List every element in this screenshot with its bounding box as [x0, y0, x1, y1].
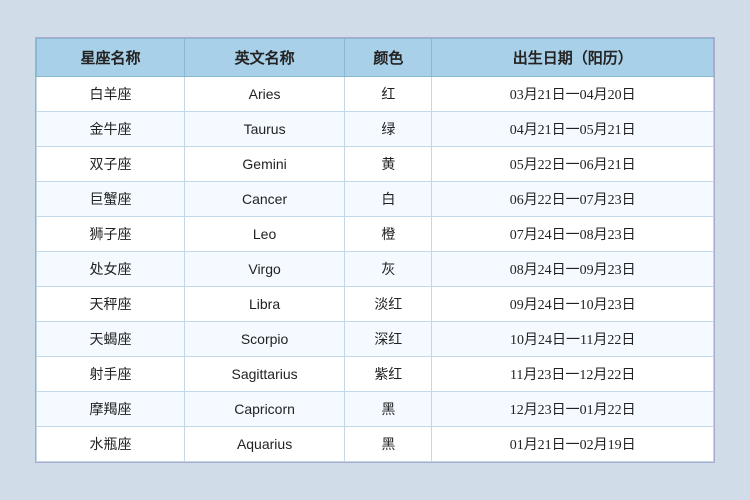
color: 红 [345, 77, 432, 112]
dates: 06月22日一07月23日 [432, 182, 714, 217]
header-english-name: 英文名称 [184, 39, 344, 77]
table-row: 金牛座Taurus绿04月21日一05月21日 [37, 112, 714, 147]
chinese-name: 天蝎座 [37, 322, 185, 357]
dates: 07月24日一08月23日 [432, 217, 714, 252]
color: 深红 [345, 322, 432, 357]
dates: 11月23日一12月22日 [432, 357, 714, 392]
dates: 08月24日一09月23日 [432, 252, 714, 287]
english-name: Aquarius [184, 427, 344, 462]
table-row: 处女座Virgo灰08月24日一09月23日 [37, 252, 714, 287]
table-body: 白羊座Aries红03月21日一04月20日金牛座Taurus绿04月21日一0… [37, 77, 714, 462]
dates: 09月24日一10月23日 [432, 287, 714, 322]
table-row: 天蝎座Scorpio深红10月24日一11月22日 [37, 322, 714, 357]
english-name: Libra [184, 287, 344, 322]
table-row: 白羊座Aries红03月21日一04月20日 [37, 77, 714, 112]
english-name: Leo [184, 217, 344, 252]
color: 黄 [345, 147, 432, 182]
zodiac-table: 星座名称 英文名称 颜色 出生日期（阳历） 白羊座Aries红03月21日一04… [36, 38, 714, 462]
color: 紫红 [345, 357, 432, 392]
color: 橙 [345, 217, 432, 252]
chinese-name: 白羊座 [37, 77, 185, 112]
chinese-name: 射手座 [37, 357, 185, 392]
table-row: 巨蟹座Cancer白06月22日一07月23日 [37, 182, 714, 217]
table-row: 双子座Gemini黄05月22日一06月21日 [37, 147, 714, 182]
color: 淡红 [345, 287, 432, 322]
color: 白 [345, 182, 432, 217]
english-name: Taurus [184, 112, 344, 147]
table-row: 天秤座Libra淡红09月24日一10月23日 [37, 287, 714, 322]
table-header-row: 星座名称 英文名称 颜色 出生日期（阳历） [37, 39, 714, 77]
chinese-name: 双子座 [37, 147, 185, 182]
color: 黑 [345, 392, 432, 427]
dates: 05月22日一06月21日 [432, 147, 714, 182]
dates: 04月21日一05月21日 [432, 112, 714, 147]
chinese-name: 水瓶座 [37, 427, 185, 462]
table-row: 狮子座Leo橙07月24日一08月23日 [37, 217, 714, 252]
english-name: Sagittarius [184, 357, 344, 392]
header-chinese-name: 星座名称 [37, 39, 185, 77]
chinese-name: 金牛座 [37, 112, 185, 147]
chinese-name: 摩羯座 [37, 392, 185, 427]
english-name: Virgo [184, 252, 344, 287]
table-row: 水瓶座Aquarius黑01月21日一02月19日 [37, 427, 714, 462]
color: 黑 [345, 427, 432, 462]
dates: 12月23日一01月22日 [432, 392, 714, 427]
dates: 03月21日一04月20日 [432, 77, 714, 112]
color: 灰 [345, 252, 432, 287]
chinese-name: 狮子座 [37, 217, 185, 252]
dates: 10月24日一11月22日 [432, 322, 714, 357]
header-dates: 出生日期（阳历） [432, 39, 714, 77]
english-name: Scorpio [184, 322, 344, 357]
dates: 01月21日一02月19日 [432, 427, 714, 462]
header-color: 颜色 [345, 39, 432, 77]
english-name: Gemini [184, 147, 344, 182]
chinese-name: 巨蟹座 [37, 182, 185, 217]
table-row: 摩羯座Capricorn黑12月23日一01月22日 [37, 392, 714, 427]
english-name: Cancer [184, 182, 344, 217]
english-name: Capricorn [184, 392, 344, 427]
color: 绿 [345, 112, 432, 147]
table-row: 射手座Sagittarius紫红11月23日一12月22日 [37, 357, 714, 392]
zodiac-table-container: 星座名称 英文名称 颜色 出生日期（阳历） 白羊座Aries红03月21日一04… [35, 37, 715, 463]
english-name: Aries [184, 77, 344, 112]
chinese-name: 处女座 [37, 252, 185, 287]
chinese-name: 天秤座 [37, 287, 185, 322]
